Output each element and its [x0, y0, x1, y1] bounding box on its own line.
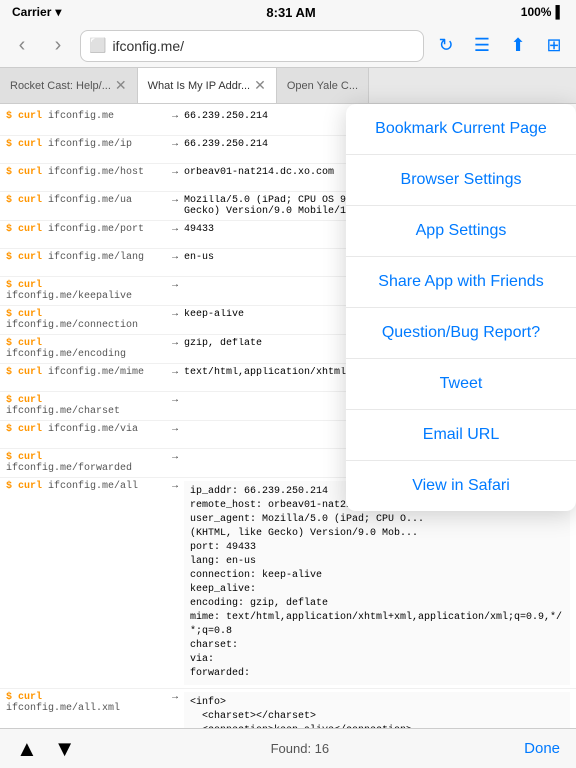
- tab-label: What Is My IP Addr...: [148, 80, 251, 92]
- cmd-cell: $ curl ifconfig.me/encoding: [6, 338, 166, 360]
- reload-button[interactable]: ↻: [432, 35, 460, 56]
- bookmark-label: Bookmark Current Page: [375, 120, 547, 138]
- tweet-label: Tweet: [440, 375, 483, 393]
- cmd-cell: $ curl ifconfig.me/all.xml: [6, 692, 166, 714]
- cmd-cell: $ curl ifconfig.me/ua: [6, 195, 166, 206]
- menu-item-tweet[interactable]: Tweet: [346, 359, 576, 410]
- forward-button[interactable]: ›: [44, 34, 72, 57]
- menu-item-email-url[interactable]: Email URL: [346, 410, 576, 461]
- url-text[interactable]: ifconfig.me/: [112, 38, 415, 54]
- view-safari-label: View in Safari: [412, 477, 510, 495]
- table-row: $ curl ifconfig.me/all.xml → <info> <cha…: [0, 689, 576, 728]
- tab-label: Rocket Cast: Help/...: [10, 80, 111, 92]
- bottom-bar: ▲ ▼ Found: 16 Done: [0, 728, 576, 768]
- url-bar[interactable]: ⬜ ifconfig.me/: [80, 30, 424, 62]
- main-area: $ curl ifconfig.me → 66.239.250.214 $ cu…: [0, 104, 576, 728]
- close-icon[interactable]: ✕: [115, 77, 127, 94]
- menu-item-bookmark[interactable]: Bookmark Current Page: [346, 104, 576, 155]
- email-url-label: Email URL: [423, 426, 499, 444]
- wifi-icon: ▾: [55, 5, 61, 19]
- tab-label: Open Yale C...: [287, 80, 358, 92]
- battery-icon: ▌: [555, 5, 564, 19]
- bookmarks-button[interactable]: ☰: [468, 35, 496, 56]
- cmd-cell: $ curl ifconfig.me/all: [6, 481, 166, 492]
- browser-icon: ⬜: [89, 37, 106, 54]
- browser-settings-label: Browser Settings: [401, 171, 522, 189]
- bottom-nav: ▲ ▼: [16, 736, 76, 762]
- close-icon[interactable]: ✕: [254, 77, 266, 94]
- cmd-cell: $ curl ifconfig.me/host: [6, 167, 166, 178]
- tab-rocket-cast[interactable]: Rocket Cast: Help/... ✕: [0, 68, 138, 103]
- found-count: Found: 16: [271, 741, 330, 756]
- cmd-cell: $ curl ifconfig.me/via: [6, 424, 166, 435]
- tabs-button[interactable]: ⊞: [540, 35, 568, 56]
- scroll-down-button[interactable]: ▼: [54, 736, 76, 762]
- cmd-cell: $ curl ifconfig.me/keepalive: [6, 280, 166, 302]
- time-display: 8:31 AM: [266, 5, 315, 20]
- cmd-cell: $ curl ifconfig.me/mime: [6, 367, 166, 378]
- cmd-cell: $ curl ifconfig.me/port: [6, 224, 166, 235]
- cmd-cell: $ curl ifconfig.me/lang: [6, 252, 166, 263]
- tab-open-yale[interactable]: Open Yale C...: [277, 68, 369, 103]
- menu-item-bug-report[interactable]: Question/Bug Report?: [346, 308, 576, 359]
- nav-icons: ↻ ☰ ⬆ ⊞: [432, 35, 568, 56]
- status-right: 100% ▌: [521, 5, 564, 19]
- cmd-cell: $ curl ifconfig.me/charset: [6, 395, 166, 417]
- tab-bar: Rocket Cast: Help/... ✕ What Is My IP Ad…: [0, 68, 576, 104]
- tab-what-is-my-ip[interactable]: What Is My IP Addr... ✕: [138, 68, 277, 103]
- share-button[interactable]: ⬆: [504, 35, 532, 56]
- status-left: Carrier ▾: [12, 5, 61, 19]
- cmd-cell: $ curl ifconfig.me/connection: [6, 309, 166, 331]
- cmd-cell: $ curl ifconfig.me: [6, 111, 166, 122]
- bug-report-label: Question/Bug Report?: [382, 324, 540, 342]
- menu-item-app-settings[interactable]: App Settings: [346, 206, 576, 257]
- share-app-label: Share App with Friends: [378, 273, 543, 291]
- back-button[interactable]: ‹: [8, 34, 36, 57]
- cmd-cell: $ curl ifconfig.me/ip: [6, 139, 166, 150]
- app-settings-label: App Settings: [416, 222, 507, 240]
- done-button[interactable]: Done: [524, 740, 560, 757]
- dropdown-menu: Bookmark Current Page Browser Settings A…: [346, 104, 576, 511]
- battery-label: 100%: [521, 5, 552, 19]
- scroll-up-button[interactable]: ▲: [16, 736, 38, 762]
- carrier-label: Carrier: [12, 5, 51, 19]
- nav-bar: ‹ › ⬜ ifconfig.me/ ↻ ☰ ⬆ ⊞: [0, 24, 576, 68]
- cmd-cell: $ curl ifconfig.me/forwarded: [6, 452, 166, 474]
- menu-item-share-app[interactable]: Share App with Friends: [346, 257, 576, 308]
- menu-item-browser-settings[interactable]: Browser Settings: [346, 155, 576, 206]
- status-bar: Carrier ▾ 8:31 AM 100% ▌: [0, 0, 576, 24]
- menu-item-view-safari[interactable]: View in Safari: [346, 461, 576, 511]
